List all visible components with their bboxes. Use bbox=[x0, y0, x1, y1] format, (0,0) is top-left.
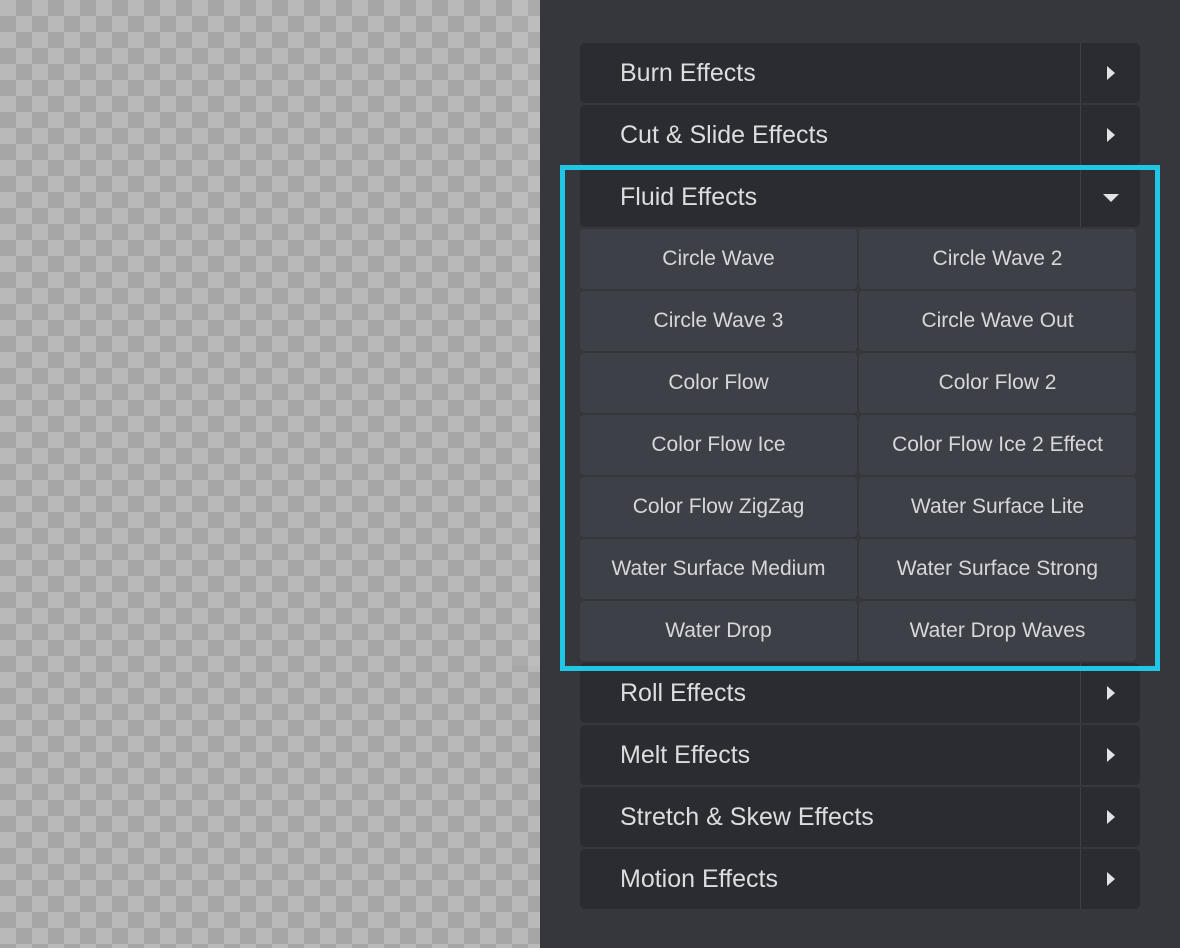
category-cut-slide-effects[interactable]: Cut & Slide Effects bbox=[580, 105, 1140, 165]
effect-water-surface-medium[interactable]: Water Surface Medium bbox=[580, 539, 857, 599]
expand-toggle[interactable] bbox=[1080, 663, 1140, 723]
category-label: Motion Effects bbox=[620, 865, 778, 893]
category-stretch-skew-effects[interactable]: Stretch & Skew Effects bbox=[580, 787, 1140, 847]
effect-water-surface-lite[interactable]: Water Surface Lite bbox=[859, 477, 1136, 537]
effect-circle-wave-3[interactable]: Circle Wave 3 bbox=[580, 291, 857, 351]
effect-water-drop-waves[interactable]: Water Drop Waves bbox=[859, 601, 1136, 661]
effect-color-flow-ice[interactable]: Color Flow Ice bbox=[580, 415, 857, 475]
category-label: Burn Effects bbox=[620, 59, 756, 87]
caret-right-icon bbox=[1107, 872, 1115, 886]
category-motion-effects[interactable]: Motion Effects bbox=[580, 849, 1140, 909]
expand-toggle[interactable] bbox=[1080, 105, 1140, 165]
collapse-toggle[interactable] bbox=[1080, 167, 1140, 227]
category-roll-effects[interactable]: Roll Effects bbox=[580, 663, 1140, 723]
caret-down-icon bbox=[1103, 194, 1119, 202]
category-label: Stretch & Skew Effects bbox=[620, 803, 874, 831]
effect-water-drop[interactable]: Water Drop bbox=[580, 601, 857, 661]
caret-right-icon bbox=[1107, 128, 1115, 142]
caret-right-icon bbox=[1107, 686, 1115, 700]
category-label: Roll Effects bbox=[620, 679, 746, 707]
effect-circle-wave[interactable]: Circle Wave bbox=[580, 229, 857, 289]
caret-right-icon bbox=[1107, 810, 1115, 824]
expand-toggle[interactable] bbox=[1080, 43, 1140, 103]
effect-color-flow-zigzag[interactable]: Color Flow ZigZag bbox=[580, 477, 857, 537]
effect-circle-wave-out[interactable]: Circle Wave Out bbox=[859, 291, 1136, 351]
effect-water-surface-strong[interactable]: Water Surface Strong bbox=[859, 539, 1136, 599]
effect-color-flow-2[interactable]: Color Flow 2 bbox=[859, 353, 1136, 413]
category-label: Melt Effects bbox=[620, 741, 751, 769]
caret-right-icon bbox=[1107, 66, 1115, 80]
caret-right-icon bbox=[1107, 748, 1115, 762]
category-fluid-effects[interactable]: Fluid Effects bbox=[580, 167, 1140, 227]
effect-color-flow-ice-2-effect[interactable]: Color Flow Ice 2 Effect bbox=[859, 415, 1136, 475]
category-burn-effects[interactable]: Burn Effects bbox=[580, 43, 1140, 103]
canvas-edge-shadow bbox=[512, 0, 540, 666]
expand-toggle[interactable] bbox=[1080, 787, 1140, 847]
category-label: Fluid Effects bbox=[620, 183, 758, 211]
expand-toggle[interactable] bbox=[1080, 849, 1140, 909]
effect-color-flow[interactable]: Color Flow bbox=[580, 353, 857, 413]
fluid-effects-grid: Circle Wave Circle Wave 2 Circle Wave 3 … bbox=[580, 229, 1140, 661]
expand-toggle[interactable] bbox=[1080, 725, 1140, 785]
effect-circle-wave-2[interactable]: Circle Wave 2 bbox=[859, 229, 1136, 289]
category-melt-effects[interactable]: Melt Effects bbox=[580, 725, 1140, 785]
effects-category-list: Burn Effects Cut & Slide Effects Fluid E… bbox=[580, 43, 1140, 911]
category-label: Cut & Slide Effects bbox=[620, 121, 828, 149]
effects-editor: Burn Effects Cut & Slide Effects Fluid E… bbox=[0, 0, 1180, 948]
transparent-canvas-preview bbox=[0, 0, 540, 948]
